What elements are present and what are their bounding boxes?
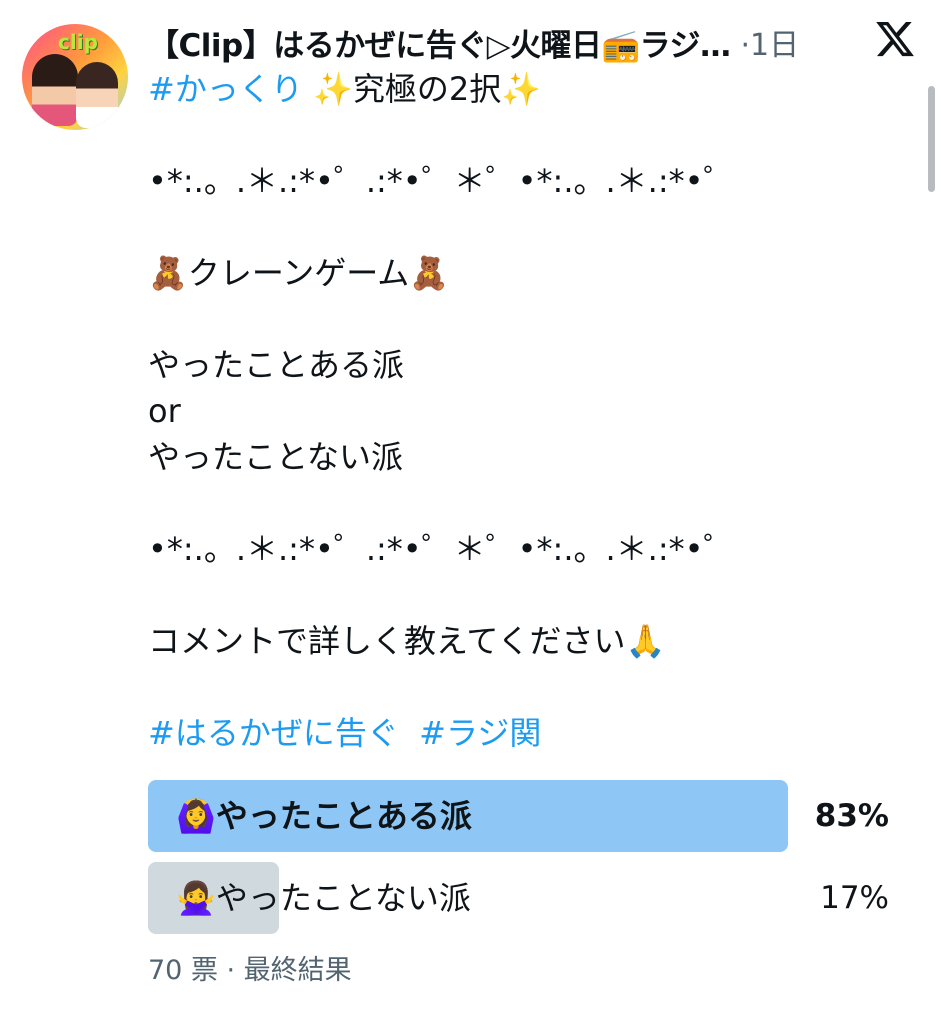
text-line: •*:.。.＊.:*•゜.:*•゜＊゜•*:.。.＊.:*•゜ (148, 162, 736, 200)
hashtag-link[interactable]: #ラジ関 (419, 714, 541, 752)
text-line: やったことある派 (148, 346, 405, 384)
hashtag-line: #かっくり ✨究極の2択✨ (148, 66, 908, 112)
text-line: コメントで詳しく教えてください🙏 (148, 622, 666, 660)
hashtag-link[interactable]: #はるかぜに告ぐ (148, 714, 399, 752)
post-time[interactable]: ·1日 (741, 20, 800, 64)
tweet-body: #かっくり ✨究極の2択✨ •*:.。.＊.:*•゜.:*•゜＊゜•*:.。.＊.… (148, 66, 908, 756)
poll: 🙆‍♀️やったことある派 83% 🙅‍♀️やったことない派 17% (148, 780, 893, 944)
poll-option-2: 🙅‍♀️やったことない派 17% (148, 862, 893, 934)
poll-option-percent: 83% (814, 798, 889, 834)
text-line: or (148, 392, 181, 430)
text-line: やったことない派 (148, 438, 404, 476)
avatar[interactable]: clip (22, 24, 128, 130)
clip-logo: clip (58, 30, 98, 54)
text-line: 🧸クレーンゲーム🧸 (148, 254, 450, 292)
poll-meta: 70 票 · 最終結果 (148, 955, 352, 986)
avatar-person-left (32, 54, 78, 126)
poll-option-label: 🙆‍♀️やったことある派 (176, 797, 472, 835)
x-logo-icon[interactable] (874, 18, 916, 60)
poll-option-percent: 17% (820, 880, 889, 916)
author-name[interactable]: 【Clip】はるかぜに告ぐ▷火曜日📻ラジ… (148, 20, 731, 65)
text-line: •*:.。.＊.:*•゜.:*•゜＊゜•*:.。.＊.:*•゜ (148, 530, 736, 568)
headline-text: ✨究極の2択✨ (302, 70, 542, 108)
poll-option-label: 🙅‍♀️やったことない派 (176, 879, 471, 917)
hashtag-link[interactable]: #かっくり (148, 70, 303, 108)
avatar-person-right (76, 62, 118, 128)
tweet-header: 【Clip】はるかぜに告ぐ▷火曜日📻ラジ… ·1日 (148, 14, 868, 70)
poll-option-1: 🙆‍♀️やったことある派 83% (148, 780, 893, 852)
scrollbar[interactable] (928, 86, 935, 192)
hashtag-line: #はるかぜに告ぐ #ラジ関 (148, 710, 908, 756)
